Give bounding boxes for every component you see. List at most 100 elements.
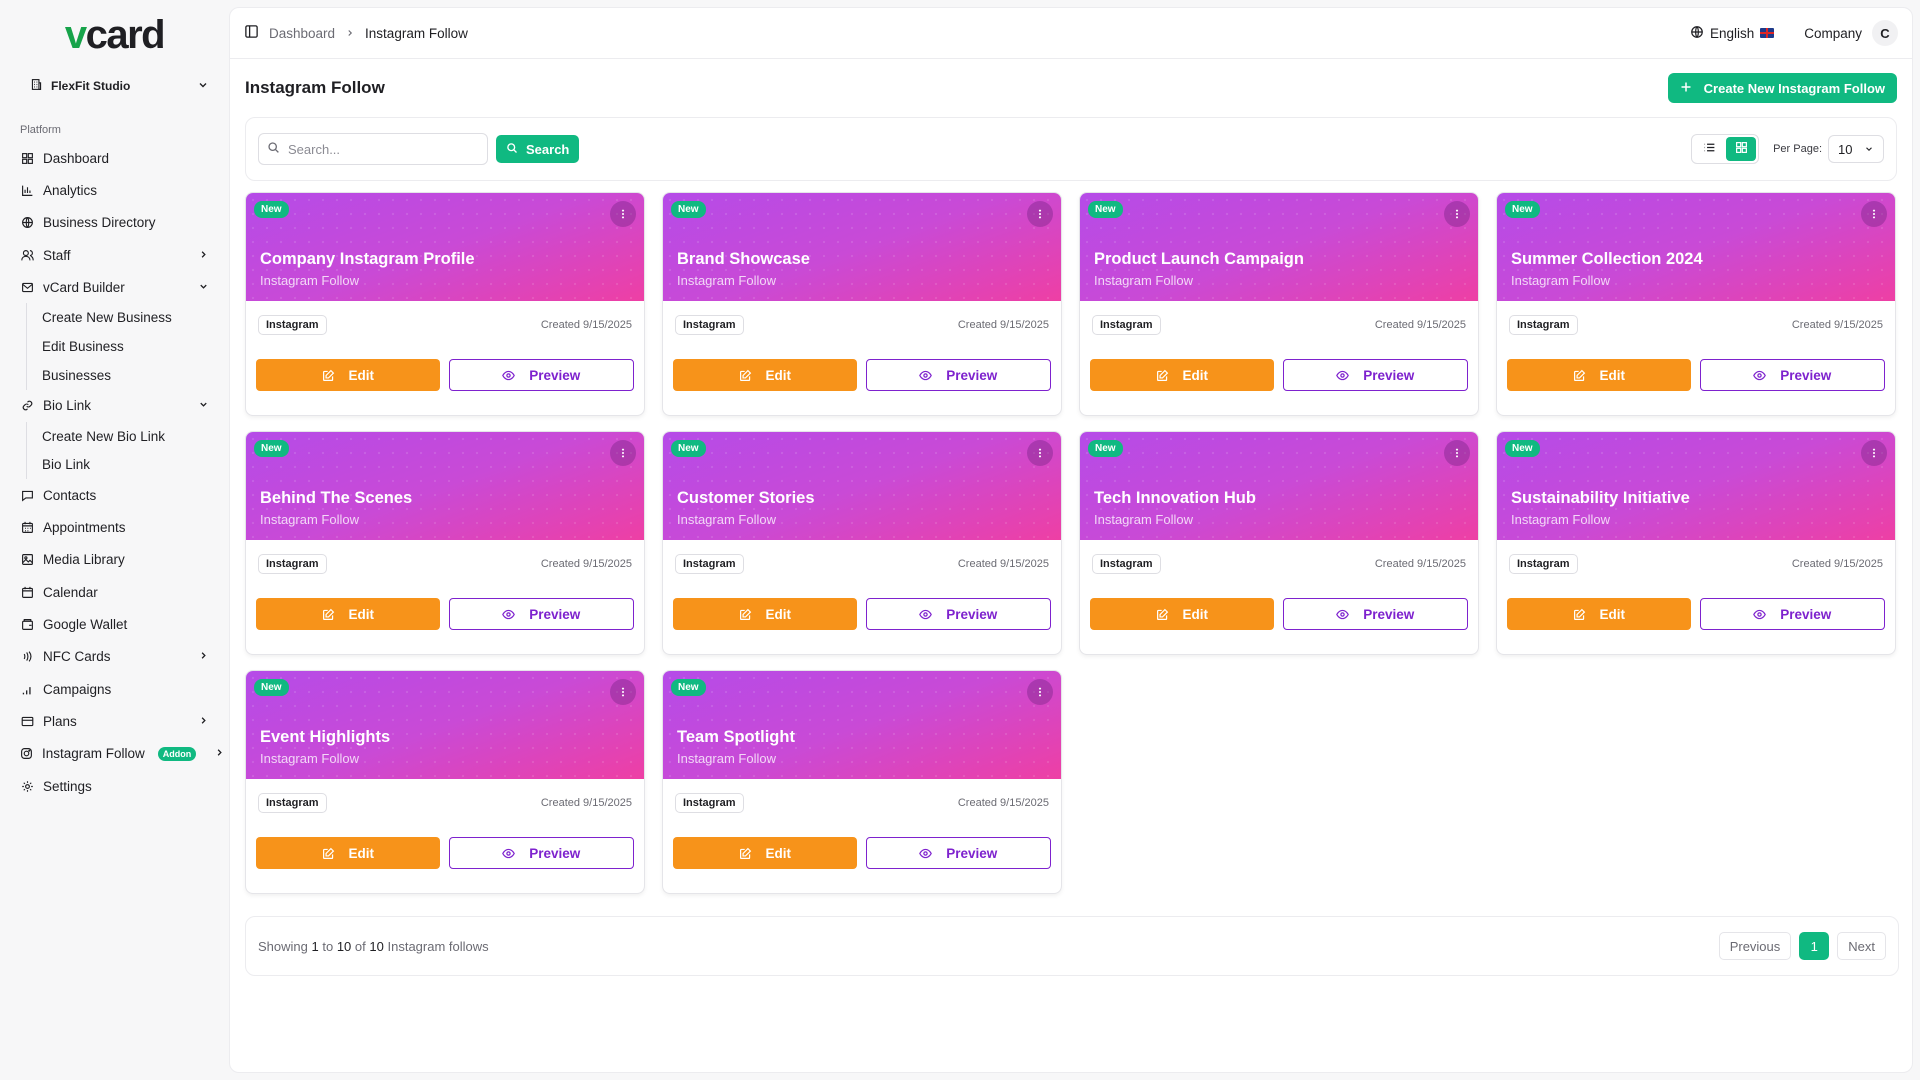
next-page-button[interactable]: Next [1837,932,1886,960]
edit-button-label: Edit [348,845,375,861]
create-instagram-follow-button[interactable]: Create New Instagram Follow [1667,73,1897,103]
sidebar-toggle-icon[interactable] [244,24,259,42]
sidebar-subitem-create-new-business[interactable]: Create New Business [42,303,229,332]
preview-button[interactable]: Preview [448,837,634,869]
sidebar-item-nfc-cards[interactable]: NFC Cards [0,641,229,673]
sidebar-item-staff[interactable]: Staff [0,239,229,271]
instagram-follow-card: New Sustainability Initiative Instagram … [1496,431,1896,655]
workspace-name: FlexFit Studio [51,79,131,93]
more-options-button[interactable] [610,440,636,466]
preview-button[interactable]: Preview [1699,359,1885,391]
edit-button[interactable]: Edit [1090,359,1274,391]
search-icon [506,142,518,157]
calendar-icon [20,585,34,599]
per-page-select[interactable]: 10 [1828,135,1884,163]
created-date: Created 9/15/2025 [1791,558,1883,570]
edit-button[interactable]: Edit [673,359,857,391]
preview-button[interactable]: Preview [1282,359,1468,391]
nfc-icon [20,650,34,664]
search-button-label: Search [526,141,570,157]
vcard-logo[interactable]: vcard [0,0,229,58]
preview-button[interactable]: Preview [1699,598,1885,630]
sidebar-subitem-create-new-bio-link[interactable]: Create New Bio Link [42,422,229,451]
new-badge: New [671,440,706,457]
edit-button[interactable]: Edit [1090,598,1274,630]
plus-icon [1680,81,1692,96]
search-button[interactable]: Search [496,135,580,163]
sidebar-item-media-library[interactable]: Media Library [0,544,229,576]
sidebar-item-campaigns[interactable]: Campaigns [0,673,229,705]
new-badge: New [671,201,706,218]
sidebar-item-label: Media Library [43,552,125,568]
sidebar-item-vcard-builder[interactable]: vCard Builder [0,271,229,303]
sidebar-item-appointments[interactable]: Appointments [0,512,229,544]
more-options-button[interactable] [610,679,636,705]
edit-button-label: Edit [348,606,375,622]
edit-icon [1573,608,1585,620]
page-button-current[interactable]: 1 [1799,932,1830,960]
more-options-button[interactable] [1444,440,1470,466]
more-options-button[interactable] [1027,440,1053,466]
instagram-follow-card: New Product Launch Campaign Instagram Fo… [1079,192,1479,416]
preview-button[interactable]: Preview [448,598,634,630]
edit-button[interactable]: Edit [256,837,440,869]
edit-button[interactable]: Edit [256,598,440,630]
main-panel: Dashboard Instagram Follow English Compa… [229,7,1913,1073]
previous-page-button[interactable]: Previous [1718,932,1792,960]
sidebar-item-analytics[interactable]: Analytics [0,174,229,206]
sidebar-subitem-bio-link[interactable]: Bio Link [42,451,229,480]
sidebar-item-instagram-follow[interactable]: Instagram Follow Addon [0,738,229,770]
eye-icon [502,370,516,380]
preview-button-label: Preview [1780,367,1832,383]
preview-button[interactable]: Preview [865,837,1051,869]
more-options-button[interactable] [610,201,636,227]
image-icon [20,553,34,567]
sidebar-item-label: Bio Link [43,398,92,414]
preview-button[interactable]: Preview [1282,598,1468,630]
sidebar-subitem-businesses[interactable]: Businesses [42,361,229,390]
mail-icon [20,280,34,294]
company-menu[interactable]: Company C [1804,20,1898,46]
sidebar-item-contacts[interactable]: Contacts [0,479,229,511]
platform-tag: Instagram [675,315,744,335]
sidebar-item-label: Appointments [43,520,126,536]
sidebar-item-calendar[interactable]: Calendar [0,576,229,608]
preview-button[interactable]: Preview [865,598,1051,630]
sidebar-item-settings[interactable]: Settings [0,770,229,802]
preview-button[interactable]: Preview [448,359,634,391]
sidebar-item-google-wallet[interactable]: Google Wallet [0,608,229,640]
more-options-button[interactable] [1861,201,1887,227]
card-title: Event Highlights [260,728,391,746]
card-subtitle: Instagram Follow [1094,273,1193,288]
list-view-button[interactable] [1694,137,1724,161]
more-options-button[interactable] [1027,201,1053,227]
search-input[interactable]: Search... [258,133,488,165]
preview-button-label: Preview [1363,606,1415,622]
sidebar-item-bio-link[interactable]: Bio Link [0,390,229,422]
chevron-right-icon [198,649,209,664]
edit-button[interactable]: Edit [1507,359,1691,391]
sidebar-subitem-edit-business[interactable]: Edit Business [42,332,229,361]
card-subtitle: Instagram Follow [260,512,359,527]
more-vertical-icon [1038,687,1042,697]
instagram-follow-card: New Company Instagram Profile Instagram … [245,192,645,416]
sidebar-item-plans[interactable]: Plans [0,705,229,737]
preview-button[interactable]: Preview [865,359,1051,391]
more-options-button[interactable] [1027,679,1053,705]
edit-button[interactable]: Edit [256,359,440,391]
sidebar-item-dashboard[interactable]: Dashboard [0,142,229,174]
card-title: Summer Collection 2024 [1511,250,1703,268]
workspace-switcher[interactable]: FlexFit Studio [30,76,209,96]
edit-button[interactable]: Edit [673,837,857,869]
pagination-info: Showing 1 to 10 of 10 Instagram follows [258,939,1711,954]
created-date: Created 9/15/2025 [540,558,632,570]
sidebar-item-business-directory[interactable]: Business Directory [0,207,229,239]
instagram-follow-card: New Brand Showcase Instagram Follow Inst… [662,192,1062,416]
breadcrumb-dashboard[interactable]: Dashboard [269,26,335,41]
edit-button[interactable]: Edit [673,598,857,630]
grid-view-button[interactable] [1726,137,1757,161]
language-selector[interactable]: English [1690,25,1775,42]
more-options-button[interactable] [1861,440,1887,466]
more-options-button[interactable] [1444,201,1470,227]
edit-button[interactable]: Edit [1507,598,1691,630]
